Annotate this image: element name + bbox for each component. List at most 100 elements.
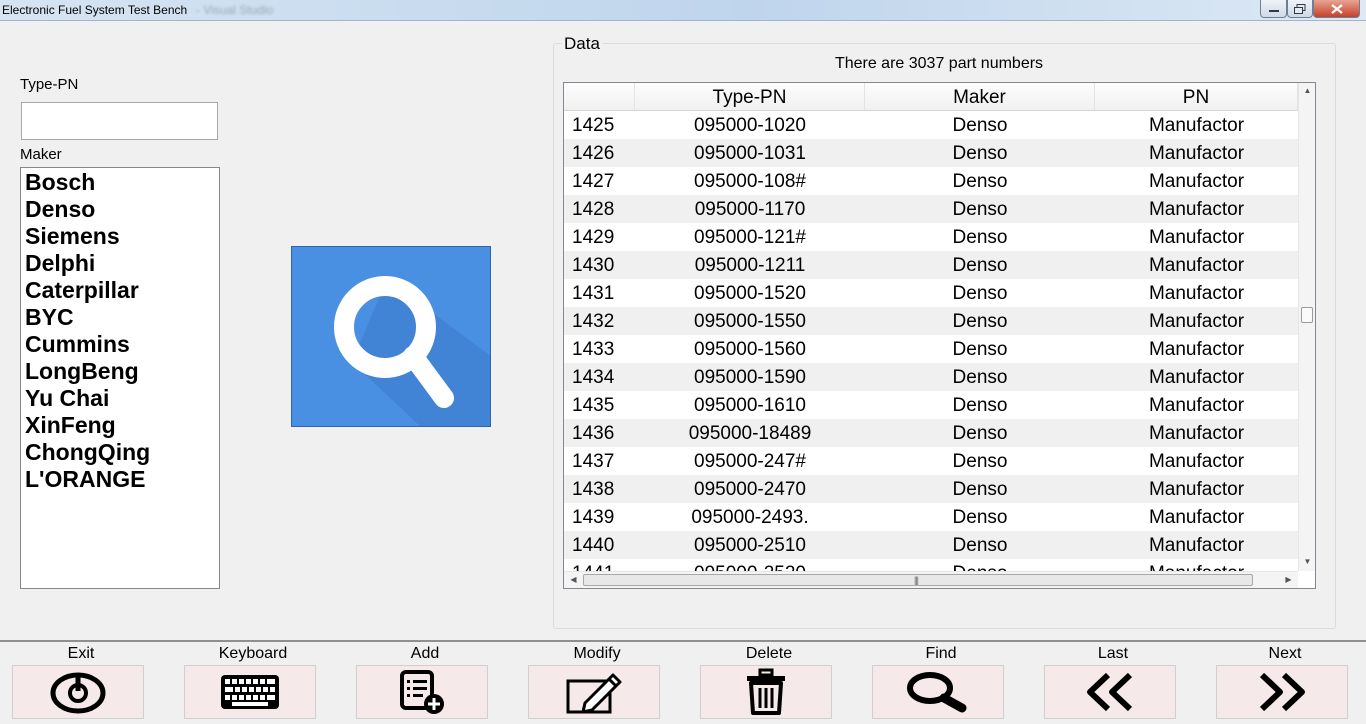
table-row[interactable]: 1440 095000-2510 Denso Manufactor: [564, 531, 1298, 559]
fkey-exit: Exit F1: [0, 641, 162, 724]
column-header-pn[interactable]: PN: [1095, 83, 1298, 110]
index-cell: 1440: [572, 535, 615, 556]
index-cell: 1433: [572, 339, 615, 360]
horizontal-scroll-thumb[interactable]: |||: [583, 574, 1253, 586]
fkey-label: Add: [410, 645, 440, 662]
typepn-cell: 095000-1610: [694, 395, 806, 416]
pn-cell: Manufactor: [1148, 395, 1245, 416]
typepn-cell: 095000-2470: [694, 479, 806, 500]
table-row[interactable]: 1425 095000-1020 Denso Manufactor: [564, 111, 1298, 139]
typepn-cell: 095000-1590: [694, 367, 806, 388]
typepn-cell: 095000-247#: [694, 451, 806, 472]
scroll-up-icon[interactable]: ▲: [1299, 86, 1315, 95]
column-header-maker[interactable]: Maker: [865, 83, 1095, 110]
maker-cell: Denso: [865, 559, 1095, 571]
add-list-icon: [400, 670, 444, 714]
typepn-cell: 095000-121#: [694, 227, 806, 248]
parts-table[interactable]: Type-PN Maker PN 1425 095000-1020 Denso Man…: [563, 82, 1316, 589]
table-row[interactable]: 1427 095000-108# Denso Manufactor: [564, 167, 1298, 195]
column-header-typepn[interactable]: Type-PN: [635, 83, 865, 110]
fkey-label: Delete: [745, 645, 793, 662]
typepn-cell: 095000-1020: [694, 115, 806, 136]
table-row[interactable]: 1436 095000-18489 Denso Manufactor: [564, 419, 1298, 447]
table-row[interactable]: 1441095000-2520DensoManufactor: [564, 559, 1298, 571]
typepn-cell: 095000-1170: [694, 199, 806, 220]
table-row[interactable]: 1426 095000-1031 Denso Manufactor: [564, 139, 1298, 167]
typepn-label: Type-PN: [20, 76, 79, 93]
maker-cell: Denso: [952, 171, 1008, 192]
keyboard-button[interactable]: [184, 665, 316, 719]
index-cell: 1435: [572, 395, 615, 416]
pn-cell: Manufactor: [1148, 283, 1245, 304]
maker-list-item[interactable]: Delphi: [21, 250, 219, 277]
table-row[interactable]: 1430 095000-1211 Denso Manufactor: [564, 251, 1298, 279]
horizontal-scrollbar[interactable]: ◀ ||| ▶: [564, 571, 1298, 588]
table-row[interactable]: 1429 095000-121# Denso Manufactor: [564, 223, 1298, 251]
pn-cell: Manufactor: [1148, 171, 1245, 192]
search-icon: [334, 276, 490, 426]
pn-cell: Manufactor: [1095, 559, 1298, 571]
table-row[interactable]: 1438 095000-2470 Denso Manufactor: [564, 475, 1298, 503]
scroll-left-icon[interactable]: ◀: [565, 575, 582, 584]
maker-list-item[interactable]: Caterpillar: [21, 277, 219, 304]
maker-list-item[interactable]: Siemens: [21, 223, 219, 250]
column-header-index[interactable]: [564, 83, 635, 110]
index-cell: 1426: [572, 143, 615, 164]
maker-list-item[interactable]: Denso: [21, 196, 219, 223]
pn-cell: Manufactor: [1148, 423, 1245, 444]
maker-list-item[interactable]: LongBeng: [21, 358, 219, 385]
typepn-cell: 095000-2493.: [691, 507, 809, 528]
vertical-scrollbar[interactable]: ▲ ▼: [1298, 83, 1315, 571]
typepn-cell: 095000-2510: [694, 535, 806, 556]
typepn-cell: 095000-1550: [694, 311, 806, 332]
maker-list-item[interactable]: ChongQing: [21, 439, 219, 466]
table-row[interactable]: 1428 095000-1170 Denso Manufactor: [564, 195, 1298, 223]
minimize-icon: [1268, 9, 1279, 12]
maker-cell: Denso: [952, 367, 1008, 388]
maker-list-item[interactable]: L'ORANGE: [21, 466, 219, 493]
vertical-scroll-thumb[interactable]: [1301, 307, 1313, 323]
maximize-button[interactable]: [1287, 0, 1313, 18]
search-tile-button[interactable]: [291, 246, 491, 427]
scroll-right-icon[interactable]: ▶: [1280, 575, 1297, 584]
maker-list-item[interactable]: Yu Chai: [21, 385, 219, 412]
typepn-cell: 095000-1031: [694, 143, 806, 164]
modify-button[interactable]: [528, 665, 660, 719]
table-row[interactable]: 1433 095000-1560 Denso Manufactor: [564, 335, 1298, 363]
typepn-cell: 095000-18489: [688, 423, 812, 444]
minimize-button[interactable]: [1260, 0, 1287, 18]
maker-cell: Denso: [952, 507, 1008, 528]
fkey-add: Add F3: [344, 641, 506, 724]
index-cell: 1436: [572, 423, 615, 444]
maker-cell: Denso: [952, 535, 1008, 556]
exit-button[interactable]: [12, 665, 144, 719]
fkey-label: Last: [1097, 645, 1129, 662]
fkey-label: Modify: [573, 645, 621, 662]
maker-list[interactable]: Bosch Denso Siemens Delphi Caterpillar BYC Cum…: [20, 167, 220, 589]
typepn-input[interactable]: [21, 102, 218, 140]
find-button[interactable]: [872, 665, 1004, 719]
maker-cell: Denso: [952, 479, 1008, 500]
fkey-last: Last F7: [1032, 641, 1194, 724]
delete-button[interactable]: [700, 665, 832, 719]
fkey-keyboard: Keyboard F2: [172, 641, 334, 724]
close-button[interactable]: [1313, 0, 1360, 18]
maker-list-item[interactable]: Cummins: [21, 331, 219, 358]
table-row[interactable]: 1435 095000-1610 Denso Manufactor: [564, 391, 1298, 419]
table-row[interactable]: 1432 095000-1550 Denso Manufactor: [564, 307, 1298, 335]
table-row[interactable]: 1431 095000-1520 Denso Manufactor: [564, 279, 1298, 307]
power-icon: [50, 672, 106, 714]
table-row[interactable]: 1434 095000-1590 Denso Manufactor: [564, 363, 1298, 391]
maker-list-item[interactable]: XinFeng: [21, 412, 219, 439]
last-button[interactable]: [1044, 665, 1176, 719]
typepn-cell: 095000-1211: [694, 255, 806, 276]
add-button[interactable]: [356, 665, 488, 719]
scroll-down-icon[interactable]: ▼: [1299, 557, 1315, 566]
maker-list-item[interactable]: BYC: [21, 304, 219, 331]
next-button[interactable]: [1216, 665, 1348, 719]
table-row[interactable]: 1439 095000-2493. Denso Manufactor: [564, 503, 1298, 531]
pn-cell: Manufactor: [1148, 199, 1245, 220]
table-row[interactable]: 1437 095000-247# Denso Manufactor: [564, 447, 1298, 475]
maker-list-item[interactable]: Bosch: [21, 169, 219, 196]
pn-cell: Manufactor: [1148, 507, 1245, 528]
